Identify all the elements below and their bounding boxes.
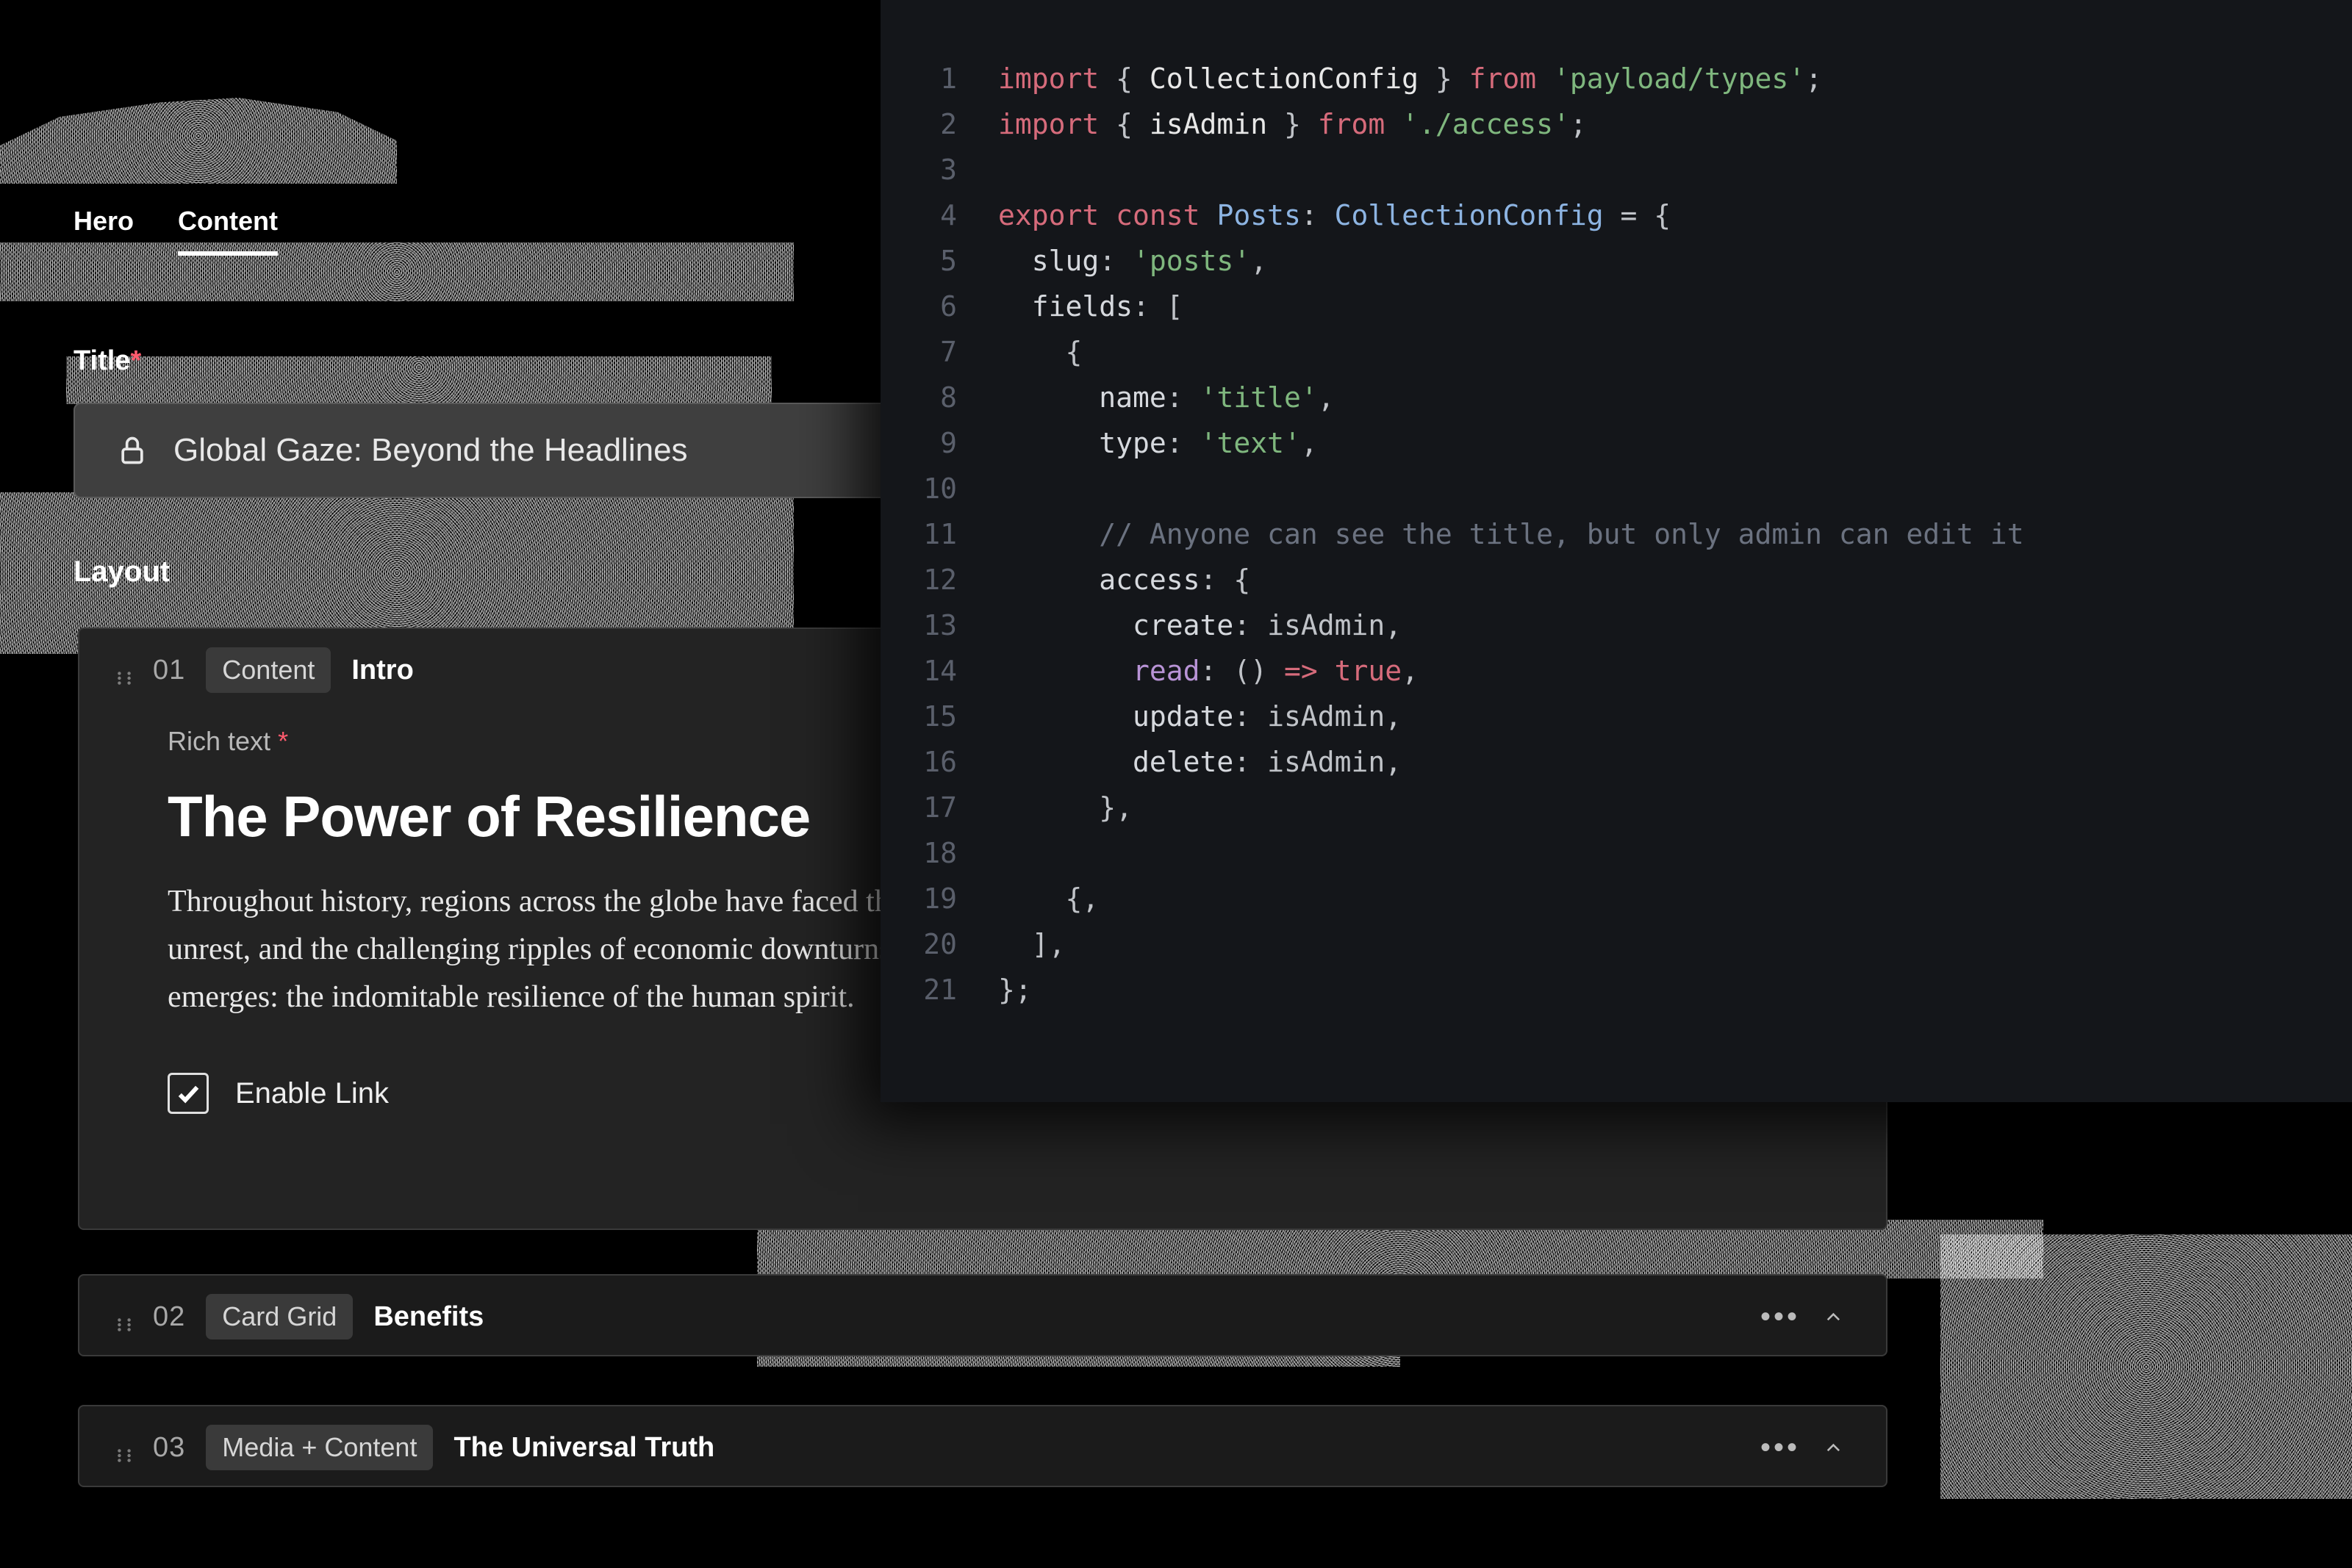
- line-number: 7: [881, 329, 998, 375]
- block-header[interactable]: 03 Media + Content The Universal Truth •…: [79, 1406, 1886, 1489]
- noise-decoration: [0, 88, 397, 184]
- code-line: 20 ],: [881, 921, 2352, 967]
- code-content: };: [998, 967, 1032, 1013]
- tab-hero[interactable]: Hero: [74, 206, 134, 256]
- code-line: 21};: [881, 967, 2352, 1013]
- code-line: 1import { CollectionConfig } from 'paylo…: [881, 56, 2352, 101]
- title-input-value: Global Gaze: Beyond the Headlines: [173, 432, 688, 469]
- lock-icon: [116, 434, 148, 467]
- code-content: import { isAdmin } from './access';: [998, 101, 1587, 147]
- code-editor[interactable]: 1import { CollectionConfig } from 'paylo…: [881, 0, 2352, 1102]
- more-horizontal-icon[interactable]: •••: [1764, 1301, 1796, 1333]
- line-number: 5: [881, 238, 998, 284]
- line-number: 13: [881, 603, 998, 648]
- line-number: 17: [881, 785, 998, 830]
- line-number: 1: [881, 56, 998, 101]
- drag-handle-icon[interactable]: [116, 1309, 132, 1325]
- code-line: 16 delete: isAdmin,: [881, 739, 2352, 785]
- code-line: 3: [881, 147, 2352, 193]
- code-content: },: [998, 785, 1133, 830]
- code-line: 5 slug: 'posts',: [881, 238, 2352, 284]
- title-field-label: Title*: [74, 345, 141, 377]
- line-number: 3: [881, 147, 998, 193]
- code-line: 4export const Posts: CollectionConfig = …: [881, 193, 2352, 238]
- line-number: 8: [881, 375, 998, 420]
- code-line: 8 name: 'title',: [881, 375, 2352, 420]
- block-number: 03: [153, 1432, 185, 1464]
- line-number: 6: [881, 284, 998, 329]
- noise-decoration: [66, 331, 772, 404]
- line-number: 9: [881, 420, 998, 466]
- line-number: 12: [881, 557, 998, 603]
- line-number: 14: [881, 648, 998, 694]
- code-content: slug: 'posts',: [998, 238, 1267, 284]
- block-header[interactable]: 02 Card Grid Benefits •••: [79, 1276, 1886, 1358]
- code-content: read: () => true,: [998, 648, 1419, 694]
- code-content: fields: [: [998, 284, 1183, 329]
- more-horizontal-icon[interactable]: •••: [1764, 1431, 1796, 1464]
- block-name: Benefits: [373, 1301, 484, 1333]
- code-line: 14 read: () => true,: [881, 648, 2352, 694]
- block-name: The Universal Truth: [453, 1432, 714, 1464]
- line-number: 19: [881, 876, 998, 921]
- code-content: access: {: [998, 557, 1250, 603]
- code-content: ],: [998, 921, 1066, 967]
- line-number: 20: [881, 921, 998, 967]
- line-number: 21: [881, 967, 998, 1013]
- code-content: update: isAdmin,: [998, 694, 1402, 739]
- code-line: 9 type: 'text',: [881, 420, 2352, 466]
- line-number: 16: [881, 739, 998, 785]
- code-line: 6 fields: [: [881, 284, 2352, 329]
- line-number: 10: [881, 466, 998, 511]
- code-content: {: [998, 329, 1082, 375]
- code-line: 10: [881, 466, 2352, 511]
- chevron-up-icon[interactable]: [1817, 1431, 1849, 1464]
- code-content: create: isAdmin,: [998, 603, 1402, 648]
- code-content: export const Posts: CollectionConfig = {: [998, 193, 1671, 238]
- enable-link-label: Enable Link: [235, 1077, 389, 1110]
- noise-decoration: [1940, 1234, 2352, 1499]
- code-content: // Anyone can see the title, but only ad…: [998, 511, 2024, 557]
- line-number: 2: [881, 101, 998, 147]
- block-number: 02: [153, 1301, 185, 1333]
- code-line: 18: [881, 830, 2352, 876]
- block-type-chip: Card Grid: [206, 1294, 353, 1339]
- code-content: type: 'text',: [998, 420, 1318, 466]
- layout-block-benefits: 02 Card Grid Benefits •••: [78, 1274, 1887, 1356]
- code-content: {,: [998, 876, 1099, 921]
- block-type-chip: Content: [206, 647, 331, 693]
- drag-handle-icon[interactable]: [116, 662, 132, 678]
- code-content: name: 'title',: [998, 375, 1335, 420]
- code-line: 13 create: isAdmin,: [881, 603, 2352, 648]
- drag-handle-icon[interactable]: [116, 1439, 132, 1456]
- code-line: 7 {: [881, 329, 2352, 375]
- enable-link-checkbox[interactable]: [168, 1073, 209, 1114]
- tab-content[interactable]: Content: [178, 206, 278, 256]
- code-content: delete: isAdmin,: [998, 739, 1402, 785]
- code-line: 11 // Anyone can see the title, but only…: [881, 511, 2352, 557]
- code-line: 2import { isAdmin } from './access';: [881, 101, 2352, 147]
- chevron-up-icon[interactable]: [1817, 1301, 1849, 1333]
- code-content: import { CollectionConfig } from 'payloa…: [998, 56, 1822, 101]
- block-number: 01: [153, 655, 185, 686]
- line-number: 18: [881, 830, 998, 876]
- code-line: 17 },: [881, 785, 2352, 830]
- line-number: 11: [881, 511, 998, 557]
- layout-block-universal-truth: 03 Media + Content The Universal Truth •…: [78, 1405, 1887, 1487]
- code-line: 19 {,: [881, 876, 2352, 921]
- block-name: Intro: [351, 655, 413, 686]
- code-line: 12 access: {: [881, 557, 2352, 603]
- layout-section-label: Layout: [74, 555, 170, 589]
- header-tabs: Hero Content: [74, 206, 278, 256]
- line-number: 4: [881, 193, 998, 238]
- block-type-chip: Media + Content: [206, 1425, 433, 1470]
- line-number: 15: [881, 694, 998, 739]
- code-line: 15 update: isAdmin,: [881, 694, 2352, 739]
